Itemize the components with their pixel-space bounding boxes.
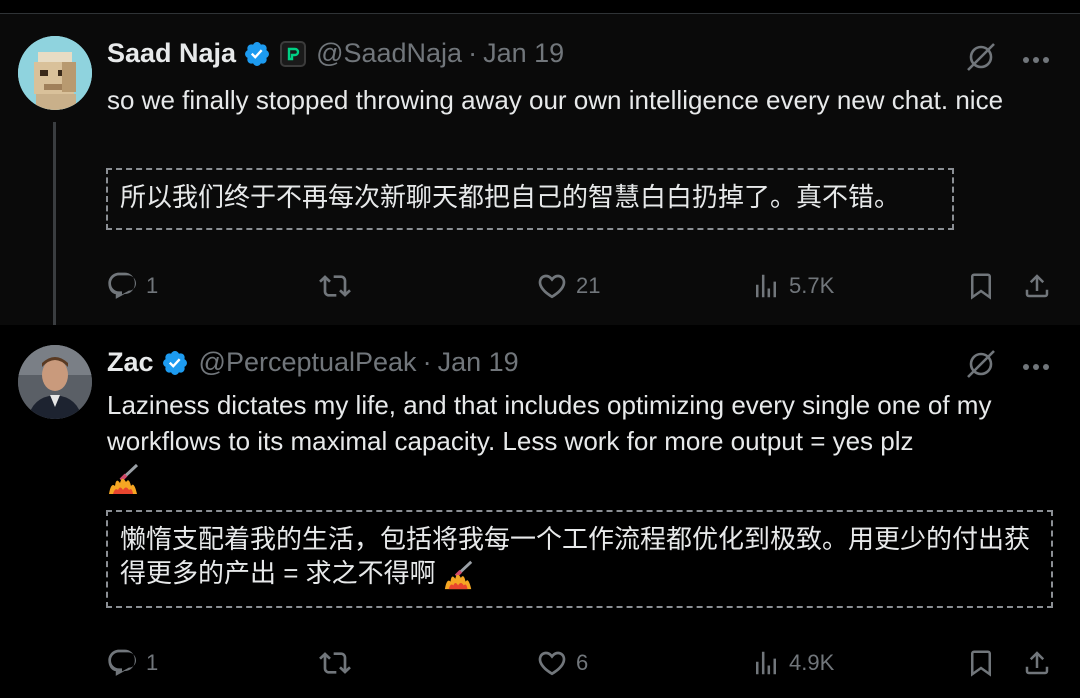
retweet-button[interactable] bbox=[318, 266, 360, 306]
tweet-text: so we finally stopped throwing away our … bbox=[107, 85, 1004, 115]
share-icon bbox=[1025, 274, 1049, 298]
more-icon[interactable] bbox=[1022, 358, 1050, 376]
reply-count: 1 bbox=[146, 273, 159, 298]
tweet-top-actions bbox=[964, 40, 1050, 79]
share-button[interactable] bbox=[1022, 266, 1052, 306]
display-name[interactable]: Saad Naja bbox=[107, 38, 236, 69]
user-handle[interactable]: @PerceptualPeak bbox=[199, 347, 417, 378]
display-name[interactable]: Zac bbox=[107, 347, 154, 378]
tweet-2[interactable]: Zac @PerceptualPeak · Jan 19 Laziness di… bbox=[0, 325, 1080, 698]
bookmark-button[interactable] bbox=[966, 266, 996, 306]
verified-badge-icon bbox=[161, 349, 189, 377]
share-icon bbox=[1025, 651, 1049, 675]
tweet-actions: 1 6 4.9K bbox=[106, 643, 1054, 683]
tweet-text-body: Laziness dictates my life, and that incl… bbox=[107, 390, 992, 456]
views-button[interactable]: 5.7K bbox=[751, 266, 834, 306]
bookmark-button[interactable] bbox=[966, 643, 996, 683]
view-count: 5.7K bbox=[789, 273, 835, 298]
tweet-top-actions bbox=[964, 347, 1050, 386]
bookmark-icon bbox=[971, 650, 991, 677]
avatar[interactable] bbox=[18, 36, 92, 110]
reply-count: 1 bbox=[146, 650, 159, 675]
like-button[interactable]: 21 bbox=[536, 266, 600, 306]
translation-box: 所以我们终于不再每次新聊天都把自己的智慧白白扔掉了。真不错。 bbox=[106, 168, 954, 230]
fire-syringe-emoji bbox=[107, 459, 1047, 495]
reply-icon bbox=[108, 272, 136, 299]
retweet-icon bbox=[319, 275, 351, 297]
heart-icon bbox=[538, 651, 566, 676]
view-count: 4.9K bbox=[789, 650, 835, 675]
separator-dot: · bbox=[422, 347, 432, 377]
like-count: 21 bbox=[576, 273, 601, 298]
views-icon bbox=[756, 651, 776, 675]
org-badge-icon bbox=[280, 40, 307, 67]
reply-button[interactable]: 1 bbox=[106, 266, 158, 306]
tweet-date[interactable]: Jan 19 bbox=[438, 347, 519, 378]
verified-badge-icon bbox=[243, 40, 271, 68]
reply-icon bbox=[108, 649, 136, 676]
avatar[interactable] bbox=[18, 345, 92, 419]
thread-connector-line bbox=[53, 122, 56, 350]
retweet-icon bbox=[319, 652, 351, 674]
grok-icon[interactable] bbox=[964, 40, 998, 79]
grok-icon[interactable] bbox=[964, 347, 998, 386]
bookmark-icon bbox=[971, 273, 991, 300]
like-button[interactable]: 6 bbox=[536, 643, 588, 683]
separator-dot: · bbox=[468, 38, 478, 68]
tweet-header: Zac @PerceptualPeak · Jan 19 bbox=[107, 347, 519, 378]
like-count: 6 bbox=[576, 650, 589, 675]
share-button[interactable] bbox=[1022, 643, 1052, 683]
retweet-button[interactable] bbox=[318, 643, 360, 683]
heart-icon bbox=[538, 274, 566, 299]
tweet-text: Laziness dictates my life, and that incl… bbox=[107, 387, 1047, 495]
translation-box: 懒惰支配着我的生活，包括将我每一个工作流程都优化到极致。用更少的付出获得更多的产… bbox=[106, 510, 1053, 608]
tweet-header: Saad Naja @SaadNaja · Jan 19 bbox=[107, 38, 564, 69]
reply-button[interactable]: 1 bbox=[106, 643, 158, 683]
tweet-1[interactable]: Saad Naja @SaadNaja · Jan 19 so we final… bbox=[0, 14, 1080, 350]
views-icon bbox=[756, 274, 776, 298]
fire-syringe-emoji bbox=[444, 560, 473, 590]
translation-text: 懒惰支配着我的生活，包括将我每一个工作流程都优化到极致。用更少的付出获得更多的产… bbox=[120, 524, 1031, 588]
user-handle[interactable]: @SaadNaja bbox=[316, 38, 462, 69]
tweet-date[interactable]: Jan 19 bbox=[483, 38, 564, 69]
views-button[interactable]: 4.9K bbox=[751, 643, 834, 683]
tweet-actions: 1 21 5.7K bbox=[106, 266, 1054, 306]
more-icon[interactable] bbox=[1022, 51, 1050, 69]
